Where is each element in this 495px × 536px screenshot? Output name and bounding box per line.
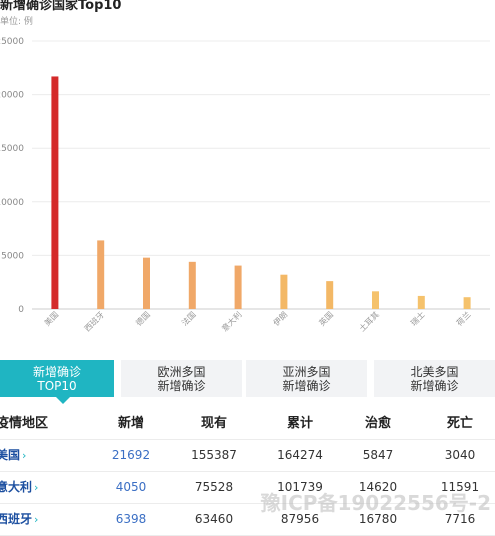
region-cell[interactable]: 意大利 › <box>0 472 86 503</box>
tab-new-confirmed-top10[interactable]: 新增确诊 TOP10 <box>0 360 114 397</box>
chart-unit-label: 单位: 例 <box>0 17 33 27</box>
bar-意大利[interactable] <box>234 265 242 309</box>
bar-瑞士[interactable] <box>417 295 425 309</box>
x-tick-label: 西班牙 <box>82 309 106 333</box>
bar-土耳其[interactable] <box>372 291 379 309</box>
header-region: 疫情地区 <box>0 416 49 431</box>
header-total: 累计 <box>286 416 313 431</box>
y-tick-label: 5000 <box>1 251 24 261</box>
tab-label-line1: 北美多国 <box>410 364 459 379</box>
chart-title: 新增确诊国家Top10 <box>0 0 122 13</box>
chevron-right-icon: › <box>34 481 39 494</box>
bar-荷兰[interactable] <box>463 297 471 309</box>
bar-chart: 0 5000 10000 15000 20000 25000 美国 西班牙 德国 法国 意大利 伊朗 英… <box>0 37 490 333</box>
region-name: 西班牙 <box>0 512 33 526</box>
bar-伊朗[interactable] <box>280 274 288 309</box>
bar-英国[interactable] <box>326 281 334 309</box>
header-new: 新增 <box>117 416 144 431</box>
x-tick-label: 荷兰 <box>454 309 472 327</box>
bar-西班牙[interactable] <box>97 240 105 309</box>
tab-label-line2: TOP10 <box>37 378 77 393</box>
x-tick-label: 意大利 <box>219 309 243 333</box>
watermark: 豫ICP备19022556号-2 <box>260 491 491 515</box>
region-cell[interactable]: 美国 › <box>0 440 86 471</box>
chevron-right-icon: › <box>22 449 27 462</box>
tab-label-line2: 新增确诊 <box>157 378 206 393</box>
y-tick-label: 15000 <box>0 144 24 154</box>
header-cured: 治愈 <box>364 416 391 431</box>
y-tick-label: 20000 <box>0 91 24 101</box>
new-cell: 6398 <box>115 512 147 526</box>
tab-asia-new-confirmed[interactable]: 亚洲多国 新增确诊 <box>246 360 367 397</box>
x-tick-label: 瑞士 <box>408 309 426 327</box>
active-tab-pointer <box>56 397 70 404</box>
tab-label-line1: 欧洲多国 <box>157 364 206 379</box>
cured-cell: 5847 <box>362 448 394 462</box>
current-cell: 155387 <box>191 448 237 462</box>
tab-label-line1: 新增确诊 <box>32 364 81 379</box>
region-name: 美国 <box>0 448 21 462</box>
y-tick-label: 25000 <box>0 37 24 47</box>
dead-cell: 3040 <box>444 448 476 462</box>
bar-德国[interactable] <box>143 257 150 309</box>
tab-label-line2: 新增确诊 <box>410 378 459 393</box>
tab-europe-new-confirmed[interactable]: 欧洲多国 新增确诊 <box>121 360 242 397</box>
current-cell: 75528 <box>194 480 234 494</box>
header-dead: 死亡 <box>446 416 473 431</box>
tab-label-line2: 新增确诊 <box>282 378 331 393</box>
tab-bar: 新增确诊 TOP10 欧洲多国 新增确诊 亚洲多国 新增确诊 北美多国 新增确诊 <box>0 360 495 404</box>
table-header-row: 疫情地区 新增 现有 累计 治愈 死亡 <box>0 408 495 440</box>
bar-法国[interactable] <box>188 261 196 309</box>
x-tick-label: 英国 <box>317 309 335 327</box>
chevron-right-icon: › <box>34 513 39 526</box>
total-cell: 164274 <box>277 448 323 462</box>
epidemic-table: 疫情地区 新增 现有 累计 治愈 死亡 美国 › 21692 155387 164… <box>0 408 495 536</box>
tab-north-america-new-confirmed[interactable]: 北美多国 新增确诊 <box>374 360 495 397</box>
x-tick-label: 土耳其 <box>357 309 381 333</box>
region-cell[interactable]: 西班牙 › <box>0 504 86 535</box>
bar-美国[interactable] <box>51 76 59 309</box>
new-cell: 21692 <box>111 448 151 462</box>
region-name: 意大利 <box>0 480 33 494</box>
x-tick-label: 法国 <box>179 309 197 327</box>
x-tick-label: 美国 <box>42 309 60 327</box>
x-tick-label: 伊朗 <box>271 309 289 327</box>
y-tick-label: 10000 <box>0 198 24 208</box>
new-cell: 4050 <box>115 480 147 494</box>
header-current: 现有 <box>200 416 227 431</box>
y-tick-label: 0 <box>18 305 24 315</box>
x-tick-label: 德国 <box>134 309 152 327</box>
tab-label-line1: 亚洲多国 <box>282 364 331 379</box>
current-cell: 63460 <box>194 512 234 526</box>
table-row[interactable]: 美国 › 21692 155387 164274 5847 3040 <box>0 440 495 472</box>
